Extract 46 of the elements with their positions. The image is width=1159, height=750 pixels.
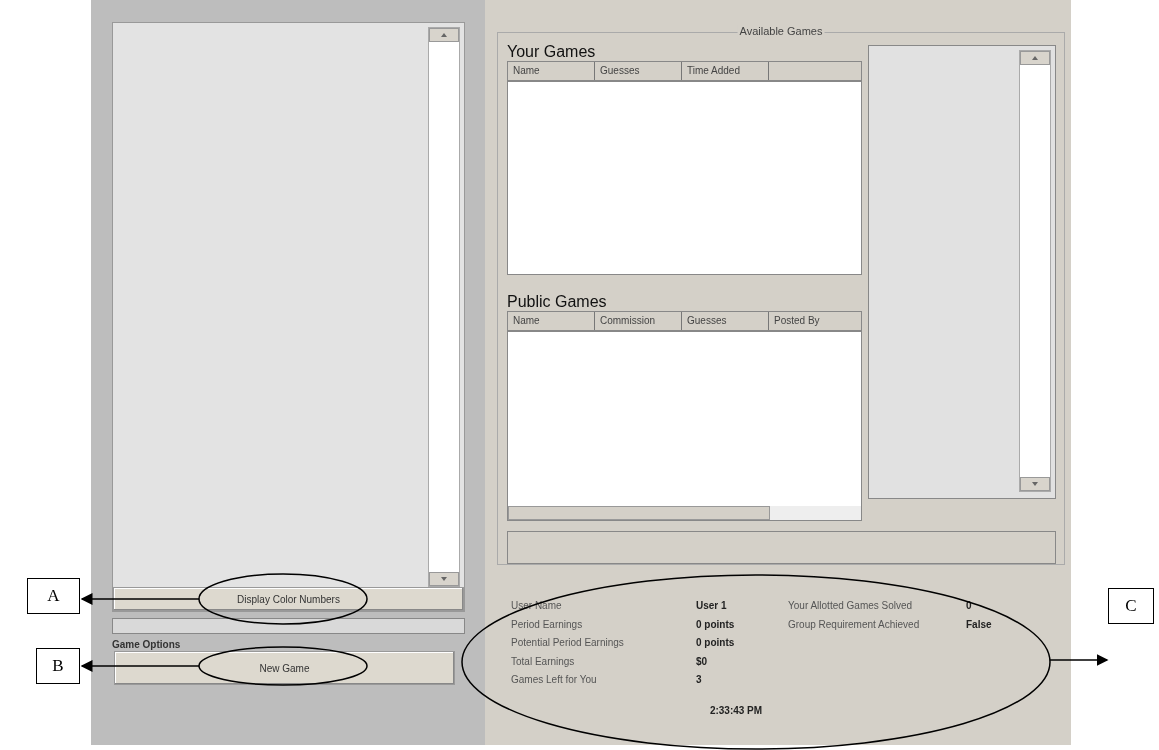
section-title: Game Options [112,639,182,651]
callout-label: A [27,578,80,614]
column-header[interactable]: Guesses [682,312,769,330]
display-color-numbers-button[interactable]: Display Color Numbers [113,587,464,611]
callout-arrow [1049,654,1109,666]
column-header[interactable]: Posted By [769,312,861,330]
triangle-up-icon [1032,56,1038,60]
horizontal-scrollbar[interactable] [508,506,861,520]
vertical-scrollbar[interactable] [428,27,460,587]
list-box[interactable]: Display Color Numbers [112,22,465,612]
status-value: $0 [696,655,709,669]
callout-label: B [36,648,80,684]
table-title: Public Games [507,293,608,311]
scroll-up-button[interactable] [1020,51,1050,65]
vertical-scrollbar[interactable] [1019,50,1051,492]
triangle-down-icon [441,577,447,581]
scroll-up-button[interactable] [429,28,459,42]
new-game-button[interactable]: New Game [114,651,455,685]
column-header[interactable]: Name [508,62,595,80]
list-box[interactable] [868,45,1056,499]
column-header[interactable]: Guesses [595,62,682,80]
column-header[interactable]: Name [508,312,595,330]
scroll-down-button[interactable] [429,572,459,586]
status-value: 0 points [696,637,736,650]
games-table[interactable]: Name Guesses Time Added [507,61,862,275]
triangle-up-icon [441,33,447,37]
scroll-down-button[interactable] [1020,477,1050,491]
status-label: User Name [511,600,563,613]
status-label: Total Earnings [511,655,576,669]
status-label: Group Requirement Achieved [788,618,921,632]
status-label: Potential Period Earnings [511,637,625,650]
callout-label: C [1108,588,1154,624]
status-value: False [966,618,993,632]
status-value: User 1 [696,600,728,613]
table-title: Your Games [507,43,597,61]
status-label: Period Earnings [511,618,584,632]
status-label: Your Allotted Games Solved [788,600,914,613]
column-header[interactable]: Commission [595,312,682,330]
triangle-down-icon [1032,482,1038,486]
status-label: Games Left for You [511,674,598,687]
status-value: 3 [696,674,703,687]
clock-time: 2:33:43 PM [708,704,764,716]
column-header[interactable]: Time Added [682,62,769,80]
games-table[interactable]: Name Commission Guesses Posted By [507,311,862,521]
status-value: 0 points [696,618,736,632]
group-title: Available Games [737,25,825,37]
